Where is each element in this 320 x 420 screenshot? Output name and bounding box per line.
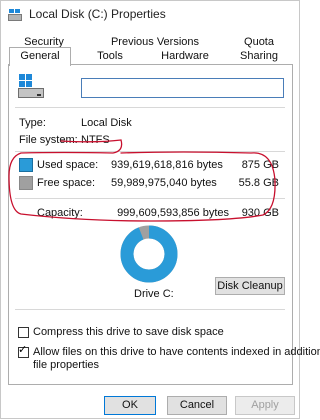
apply-button[interactable]: Apply [235,396,295,415]
index-checkbox[interactable]: ✓ [18,344,29,358]
free-space-label: Free space: [37,177,96,189]
tab-hardware[interactable]: Hardware [151,49,219,65]
free-space-size: 55.8 GB [238,177,279,189]
free-space-bytes: 59,989,975,040 bytes [111,177,217,189]
disk-cleanup-button[interactable]: Disk Cleanup [215,277,285,295]
used-space-label: Used space: [37,159,99,171]
title-bar: Local Disk (C:) Properties [1,1,299,28]
drive-name-input[interactable] [81,78,284,98]
disk-usage-donut [120,225,178,283]
tab-tools[interactable]: Tools [75,49,145,65]
divider [15,309,285,310]
capacity-size: 930 GB [241,207,279,219]
divider [15,151,285,152]
tab-general[interactable]: General [9,47,71,66]
compress-label: Compress this drive to save disk space [33,326,224,338]
ok-button[interactable]: OK [104,396,156,415]
cancel-button[interactable]: Cancel [167,396,227,415]
window-title: Local Disk (C:) Properties [29,7,166,21]
drive-icon [8,8,22,21]
capacity-label: Capacity: [37,207,83,219]
index-label-line2: file properties [33,359,100,371]
file-system-value: NTFS [81,134,110,146]
divider [15,107,285,108]
used-space-bytes: 939,619,618,816 bytes [111,159,223,171]
free-space-swatch [19,176,33,190]
file-system-label: File system: [19,134,78,146]
properties-window: Local Disk (C:) Properties Security Prev… [0,0,320,419]
checkmark-icon: ✓ [18,344,28,356]
drive-label: Drive C: [134,288,174,300]
used-space-size: 875 GB [241,159,279,171]
used-space-ring [120,225,178,283]
used-space-swatch [19,158,33,172]
type-value: Local Disk [81,117,132,129]
local-disk-icon [17,74,45,100]
capacity-bytes: 999,609,593,856 bytes [117,207,229,219]
tab-sharing[interactable]: Sharing [227,49,291,65]
index-label-line1: Allow files on this drive to have conten… [33,346,320,358]
type-label: Type: [19,117,46,129]
divider [15,198,285,199]
compress-checkbox[interactable] [18,327,29,338]
